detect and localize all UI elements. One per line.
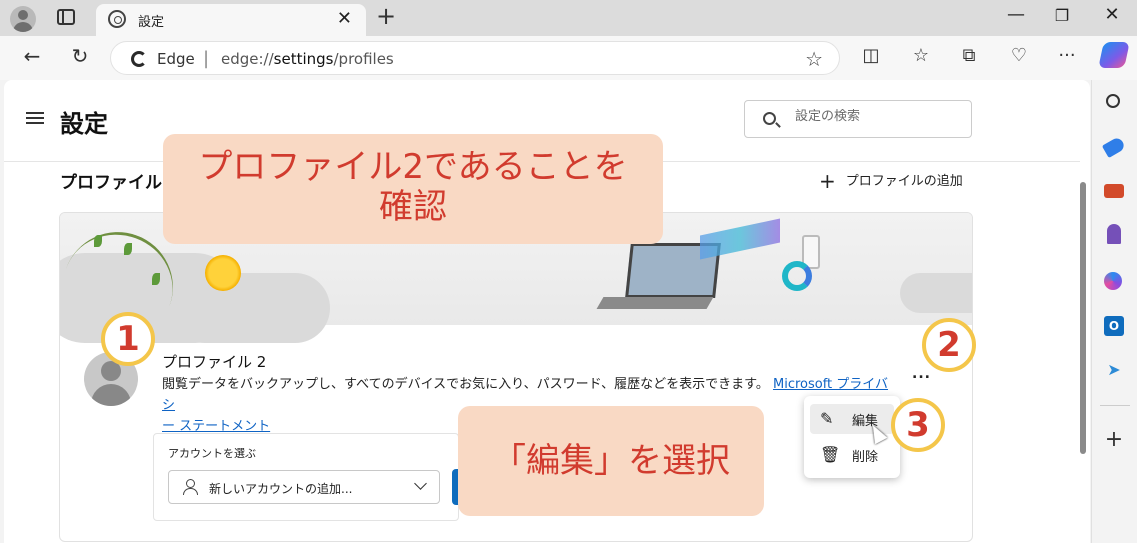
account-select-value: 新しいアカウントの追加... [209, 482, 353, 496]
step-badge-1: 1 [101, 312, 155, 366]
person-icon [183, 479, 198, 495]
minimize-icon[interactable]: — [1004, 4, 1028, 25]
refresh-icon[interactable]: ↻ [66, 44, 94, 68]
address-brand: Edge [157, 50, 195, 68]
leaf-illustration [94, 235, 102, 247]
profile-name: プロファイル 2 [162, 353, 267, 371]
add-profile-button[interactable]: + プロファイルの追加 [819, 169, 963, 193]
tab-title: 設定 [138, 15, 165, 30]
address-url[interactable]: edge://settings/profiles [221, 50, 394, 68]
tab-settings[interactable]: 設定 ✕ [96, 4, 366, 36]
scrollbar[interactable] [1080, 182, 1086, 454]
settings-search[interactable] [744, 100, 972, 138]
leaf-illustration [124, 243, 132, 255]
chevron-down-icon [414, 477, 427, 490]
tools-briefcase-icon[interactable] [1104, 184, 1124, 198]
favorites-icon[interactable]: ☆ [908, 45, 934, 66]
account-select[interactable]: 新しいアカウントの追加... [168, 470, 440, 504]
step-badge-3: 3 [891, 398, 945, 452]
section-title: プロファイル [60, 173, 162, 193]
favorite-star-icon[interactable]: ☆ [805, 47, 823, 71]
sidebar-divider [1100, 405, 1130, 406]
back-icon[interactable]: ← [18, 44, 46, 68]
sidebar-search-icon[interactable] [1106, 94, 1120, 108]
collections-icon[interactable]: ⧉ [956, 45, 982, 66]
close-window-icon[interactable]: ✕ [1100, 4, 1124, 25]
tab-actions-icon[interactable] [57, 9, 75, 25]
right-sidebar: O ➤ + [1091, 80, 1137, 543]
add-sidebar-app-icon[interactable]: + [1104, 429, 1124, 451]
address-toolbar: ← ↻ Edge | edge://settings/profiles ☆ ◫ … [0, 36, 1137, 80]
plus-icon: + [819, 169, 836, 193]
leaf-illustration [152, 273, 160, 285]
gear-icon [108, 10, 126, 28]
callout-confirm-profile: プロファイル2であることを 確認 [163, 134, 663, 244]
new-tab-icon[interactable]: + [376, 2, 396, 30]
search-icon [763, 112, 776, 125]
profile-avatar-icon[interactable] [10, 6, 36, 32]
games-icon[interactable] [1107, 224, 1121, 244]
profile-more-button[interactable]: ... [912, 366, 931, 382]
drop-send-icon[interactable]: ➤ [1104, 360, 1124, 380]
split-screen-icon[interactable]: ◫ [858, 45, 884, 66]
menu-item-delete[interactable]: 🗑 削除 [810, 440, 894, 470]
more-menu-icon[interactable]: ··· [1054, 45, 1080, 66]
address-bar[interactable]: Edge | edge://settings/profiles ☆ [110, 41, 840, 75]
close-tab-icon[interactable]: ✕ [337, 8, 352, 29]
menu-item-delete-label: 削除 [852, 450, 879, 465]
account-picker: アカウントを選ぶ 新しいアカウントの追加... [153, 433, 459, 521]
title-bar: 設定 ✕ + — ❐ ✕ [0, 0, 1137, 36]
restore-icon[interactable]: ❐ [1050, 6, 1074, 25]
laptop-base-illustration [596, 297, 714, 309]
cloud-illustration [900, 273, 972, 313]
account-label: アカウントを選ぶ [168, 447, 256, 460]
microsoft-365-icon[interactable] [1104, 272, 1122, 290]
trash-icon: 🗑 [820, 445, 841, 464]
address-separator: | [203, 48, 210, 69]
pencil-icon: ✎ [820, 409, 834, 428]
callout-select-edit: 「編集」を選択 [458, 406, 764, 516]
cloud-illustration [170, 273, 330, 343]
outlook-icon[interactable]: O [1104, 316, 1124, 336]
edge-logo-icon [131, 51, 147, 67]
search-input[interactable] [795, 109, 965, 124]
shopping-tag-icon[interactable] [1101, 135, 1127, 159]
edge-ring-illustration [782, 261, 812, 291]
sun-illustration [205, 255, 241, 291]
page-title: 設定 [60, 110, 108, 138]
browser-essentials-icon[interactable]: ♡ [1006, 45, 1032, 66]
privacy-link-cont[interactable]: ー ステートメント [162, 419, 270, 434]
sync-illustration [700, 218, 780, 260]
menu-hamburger-icon[interactable] [26, 112, 44, 124]
step-badge-2: 2 [922, 318, 976, 372]
